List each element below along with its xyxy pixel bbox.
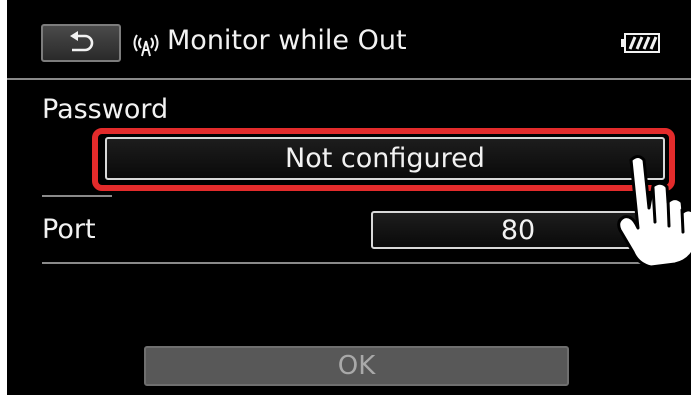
wifi-antenna-icon xyxy=(133,34,159,57)
password-label: Password xyxy=(42,94,169,125)
battery-icon xyxy=(621,33,660,53)
return-arrow-icon xyxy=(70,31,94,52)
divider-port xyxy=(42,262,655,264)
camera-screen: Monitor while Out Password Not configure… xyxy=(7,0,691,395)
pointing-hand-icon xyxy=(617,155,691,269)
password-value: Not configured xyxy=(285,143,485,174)
divider-password xyxy=(42,195,112,197)
back-button[interactable] xyxy=(41,24,121,62)
port-label: Port xyxy=(42,214,96,245)
password-field[interactable]: Not configured xyxy=(105,137,665,180)
header-bar: Monitor while Out xyxy=(7,0,691,80)
ok-button[interactable]: OK xyxy=(144,346,569,386)
page-title: Monitor while Out xyxy=(167,25,407,56)
ok-button-label: OK xyxy=(337,351,376,381)
port-value: 80 xyxy=(500,214,536,246)
